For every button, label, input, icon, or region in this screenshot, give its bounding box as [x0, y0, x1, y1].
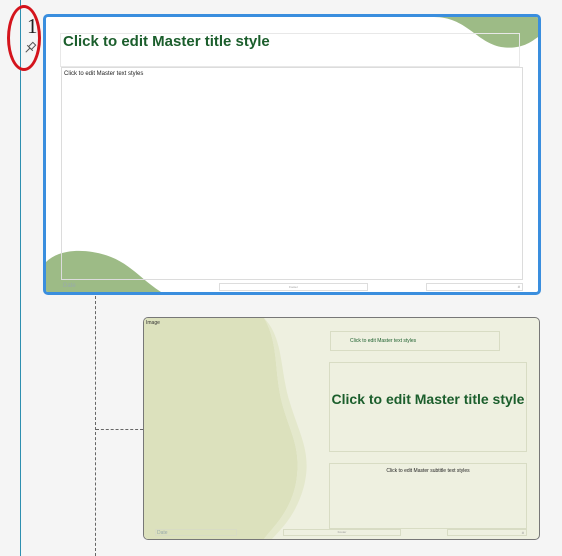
master-title-text: Click to edit Master title style	[63, 33, 270, 50]
master-slide-thumbnail[interactable]: Click to edit Master title style Click t…	[43, 14, 541, 295]
master-body-text: Click to edit Master text styles	[64, 71, 144, 77]
master-page-number-placeholder[interactable]: #	[426, 283, 523, 291]
master-footer-placeholder[interactable]: Footer	[219, 283, 368, 291]
layout-page-number-placeholder[interactable]: #	[447, 529, 527, 536]
layout-slide-thumbnail[interactable]: Image Click to edit Master text styles C…	[143, 317, 540, 540]
slide-number: 1	[27, 14, 38, 38]
layout-date-label: Date	[157, 530, 168, 536]
slide-master-panel: 1 Click to edit Master title style Click…	[0, 0, 562, 556]
pushpin-icon[interactable]	[22, 40, 38, 56]
master-date-placeholder[interactable]: Date	[63, 283, 76, 289]
layout-image-placeholder-label: Image	[146, 320, 160, 326]
layout-subtitle-text: Click to edit Master subtitle text style…	[386, 468, 470, 474]
layout-text-label: Click to edit Master text styles	[350, 338, 417, 344]
tree-connector-horizontal	[96, 429, 143, 430]
layout-footer-placeholder[interactable]: Footer	[283, 529, 401, 536]
panel-guide-line	[20, 0, 21, 556]
tree-connector-vertical	[95, 296, 96, 556]
layout-title-text: Click to edit Master title style	[331, 391, 525, 407]
master-body-placeholder[interactable]	[61, 67, 523, 280]
